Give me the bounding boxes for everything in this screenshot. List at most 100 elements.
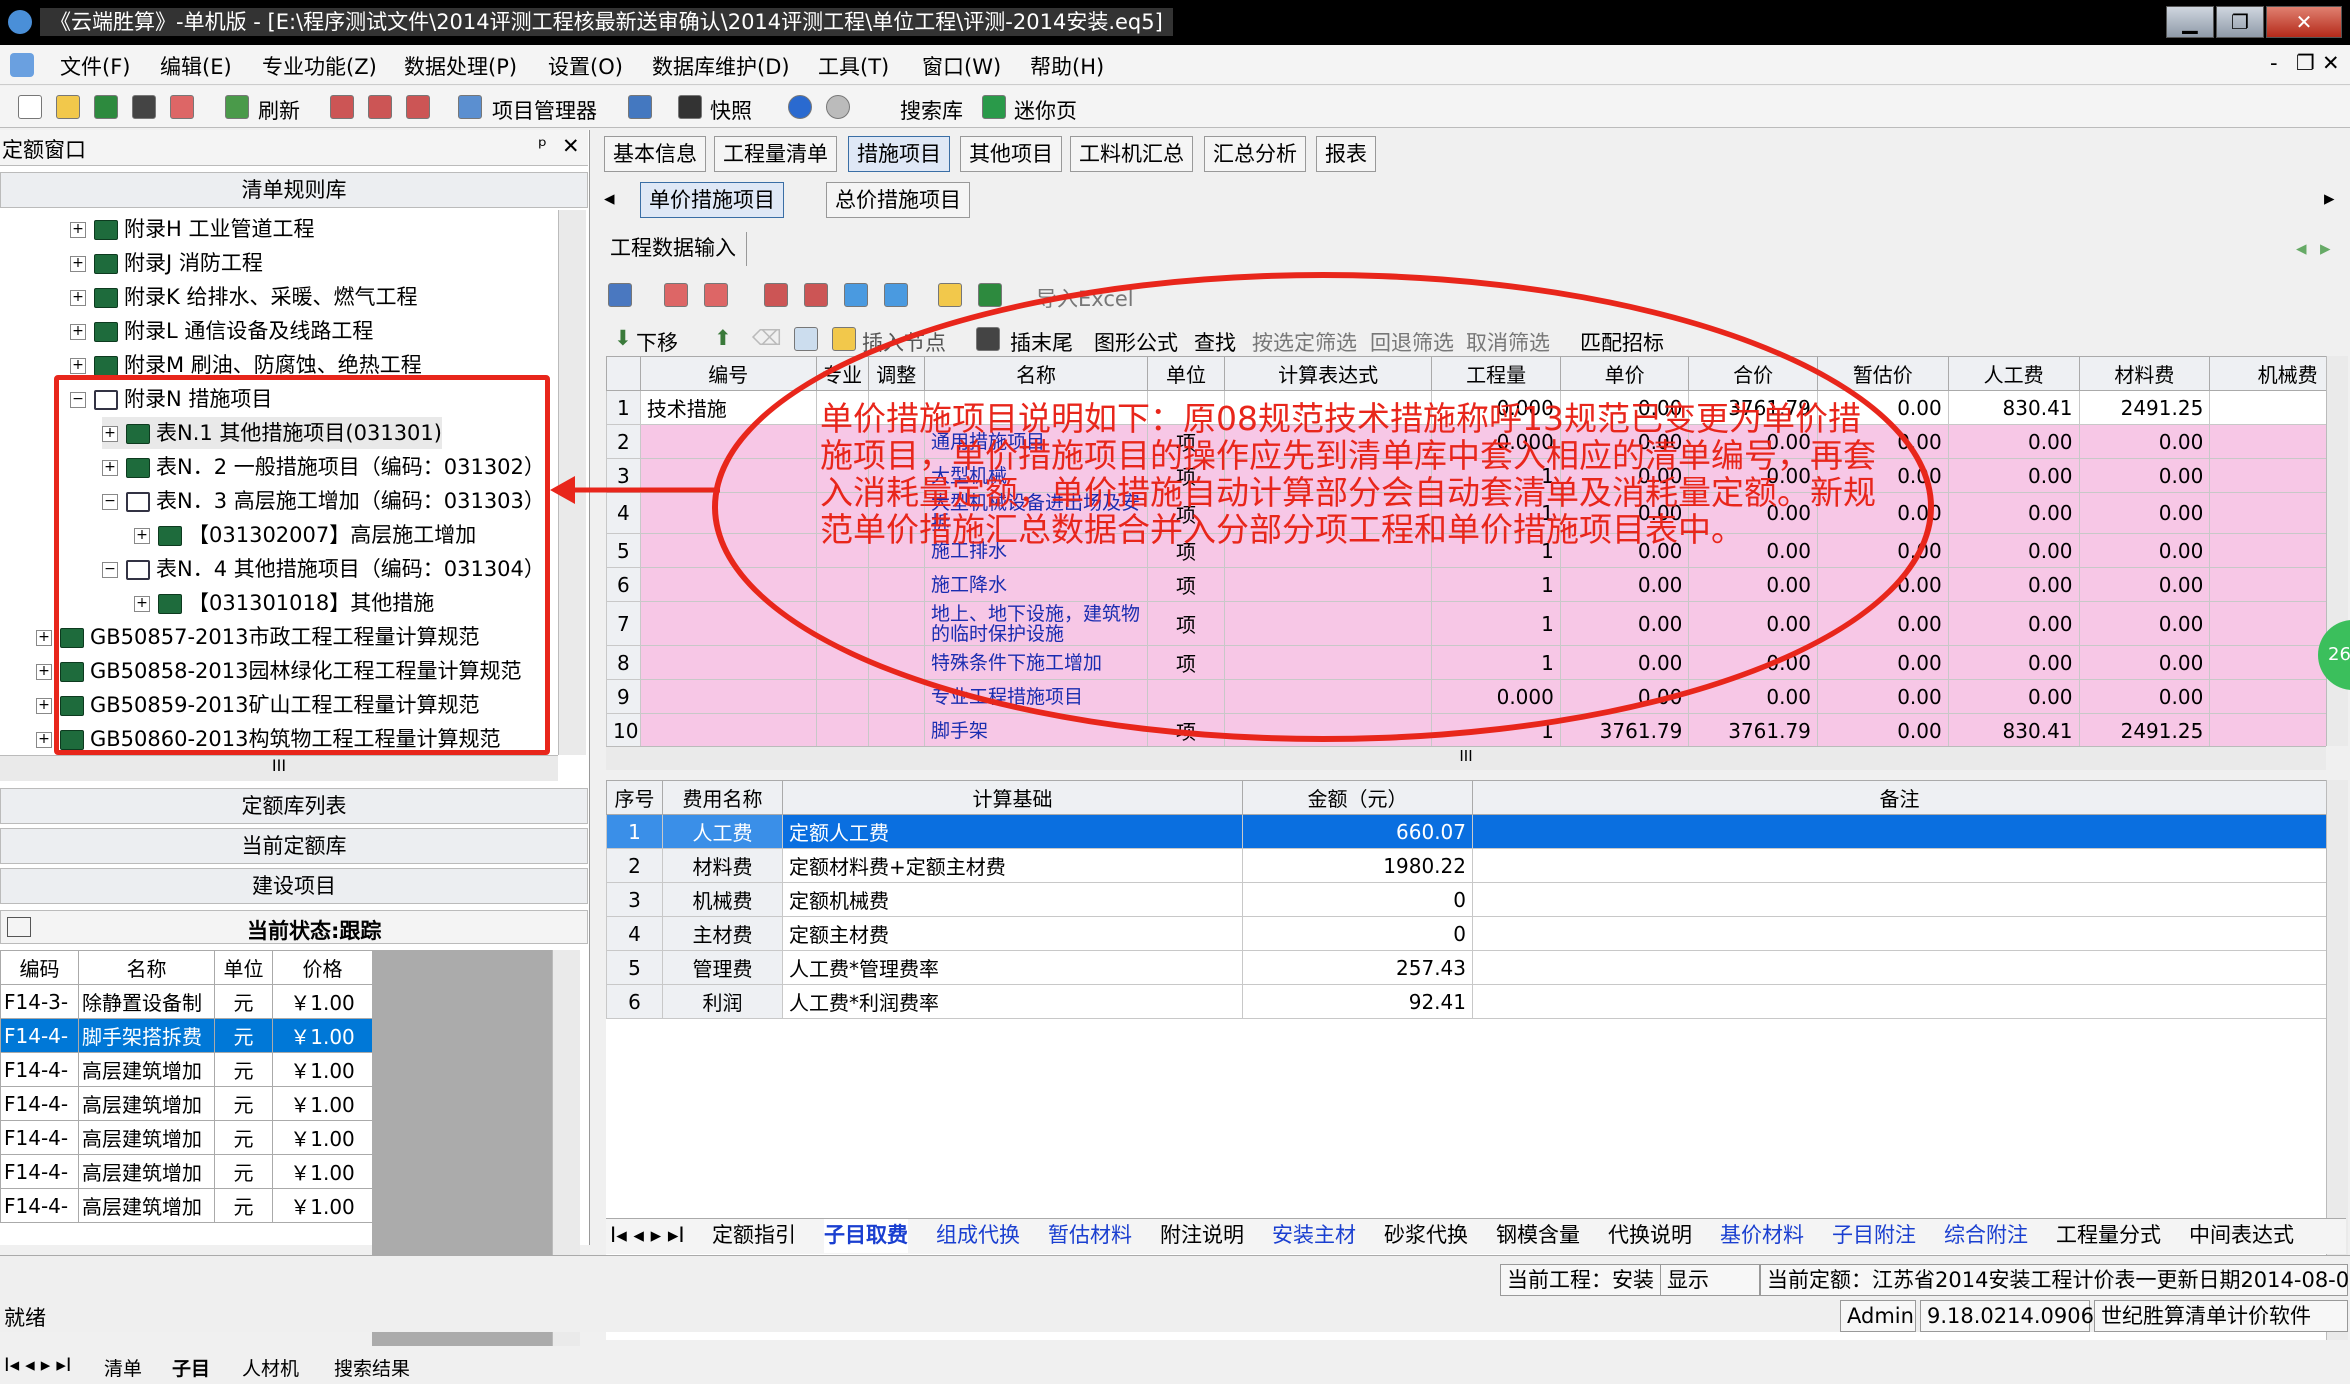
grid-cell[interactable]: 0.00 xyxy=(2078,458,2211,493)
col-price[interactable]: 价格 xyxy=(272,950,373,985)
grid-cell[interactable]: 0.00 xyxy=(1947,567,2080,602)
expand-icon[interactable]: + xyxy=(36,732,52,748)
quota-lib-list-header[interactable]: 定额库列表 xyxy=(0,788,588,824)
fee-cell[interactable]: 人工费*管理费率 xyxy=(782,950,1243,985)
save-icon[interactable] xyxy=(94,95,118,119)
maximize-button[interactable]: ❐ xyxy=(2216,6,2264,38)
grid-cell[interactable]: 2491.25 xyxy=(2078,390,2211,425)
fee-row[interactable]: 4 主材费 定额主材费 0 xyxy=(606,916,2326,951)
menu-special[interactable]: 专业功能(Z) xyxy=(262,51,377,81)
close-button[interactable]: ✕ xyxy=(2266,6,2342,38)
grid-view-icon[interactable] xyxy=(608,283,632,307)
mini-page-icon[interactable] xyxy=(982,95,1006,119)
detail-tab[interactable]: 暂估材料 xyxy=(1048,1219,1132,1253)
mdi-restore-button[interactable]: ❐ xyxy=(2296,51,2315,75)
grid-cell[interactable] xyxy=(639,645,817,680)
fee-cell[interactable]: 257.43 xyxy=(1242,950,1473,985)
grid-cell[interactable]: 0. xyxy=(2209,424,2326,459)
grid-cell[interactable]: 0.00 xyxy=(1947,424,2080,459)
menu-window[interactable]: 窗口(W) xyxy=(922,51,1001,81)
grid-cell[interactable] xyxy=(815,713,869,746)
tab-summary-analysis[interactable]: 汇总分析 xyxy=(1204,136,1306,172)
collapse-all-icon[interactable] xyxy=(884,283,908,307)
table-row[interactable]: F14-4- 高层建筑增加元 ￥1.00 xyxy=(0,1120,373,1155)
grid-cell[interactable] xyxy=(639,713,817,746)
fee-cell[interactable]: 材料费 xyxy=(662,848,783,883)
tree-item[interactable]: + 附录J 消防工程 xyxy=(70,247,263,279)
fee-cell[interactable] xyxy=(1472,950,2326,985)
grid-cell[interactable]: 830.41 xyxy=(1947,390,2080,425)
fee-cell[interactable]: 1 xyxy=(606,814,663,849)
move-down-button[interactable]: 下移 xyxy=(636,327,678,357)
detail-nav-arrows[interactable]: I◂ ◂ ▸ ▸I xyxy=(610,1219,685,1253)
menu-data-process[interactable]: 数据处理(P) xyxy=(404,51,517,81)
open-icon[interactable] xyxy=(938,283,962,307)
fee-cell[interactable]: 主材费 xyxy=(662,916,783,951)
tree-hscrollbar[interactable]: III xyxy=(0,755,558,781)
mdi-close-button[interactable]: ✕ xyxy=(2322,51,2340,75)
grid-cell[interactable]: 10 xyxy=(606,713,641,746)
calc-icon[interactable] xyxy=(330,95,354,119)
tab-bill-qty[interactable]: 工程量清单 xyxy=(714,136,837,172)
nav-arrows[interactable]: I◂ ◂ ▸ ▸I xyxy=(4,1354,71,1376)
fee-cell[interactable]: 5 xyxy=(606,950,663,985)
col-calc-base[interactable]: 计算基础 xyxy=(782,780,1243,815)
minimize-button[interactable]: ▁ xyxy=(2166,6,2214,38)
tree-item[interactable]: + 附录L 通信设备及线路工程 xyxy=(70,315,373,347)
calculator-icon[interactable] xyxy=(628,95,652,119)
camera-icon[interactable] xyxy=(678,95,702,119)
menu-help[interactable]: 帮助(H) xyxy=(1030,51,1104,81)
grid-cell[interactable] xyxy=(867,679,925,714)
grid-cell[interactable]: 0.00 xyxy=(1947,645,2080,680)
insert-icon[interactable] xyxy=(664,283,688,307)
grid-cell[interactable]: 0. xyxy=(2209,458,2326,493)
mini-page-button[interactable]: 迷你页 xyxy=(1014,95,1077,125)
grid-cell[interactable]: 0.00 xyxy=(1947,458,2080,493)
fee-row[interactable]: 5 管理费 人工费*管理费率 257.43 xyxy=(606,950,2326,985)
fee-cell[interactable]: 定额人工费 xyxy=(782,814,1243,849)
fee-cell[interactable]: 2 xyxy=(606,848,663,883)
detail-tab[interactable]: 钢模含量 xyxy=(1496,1219,1580,1253)
current-quota-lib-header[interactable]: 当前定额库 xyxy=(0,828,588,864)
tab-subitem[interactable]: 子目 xyxy=(172,1354,210,1381)
grid-cell[interactable]: 0.00 xyxy=(2078,424,2211,459)
fee-cell[interactable] xyxy=(1472,814,2326,849)
redo-icon[interactable] xyxy=(826,95,850,119)
detail-tab[interactable]: 子目取费 xyxy=(824,1219,908,1253)
expand-icon[interactable]: + xyxy=(36,630,52,646)
tree-item[interactable]: + 附录H 工业管道工程 xyxy=(70,213,314,245)
new-file-icon[interactable] xyxy=(18,95,42,119)
fee-cell[interactable]: 利润 xyxy=(662,984,783,1019)
refresh-icon[interactable] xyxy=(225,95,249,119)
detail-tab[interactable]: 综合附注 xyxy=(1944,1219,2028,1253)
bill-rule-lib-header[interactable]: 清单规则库 xyxy=(0,172,588,208)
menu-settings[interactable]: 设置(O) xyxy=(548,51,623,81)
nav-next-icon[interactable]: ▸ xyxy=(2320,236,2331,260)
detail-tab[interactable]: 基价材料 xyxy=(1720,1219,1804,1253)
open-folder-icon[interactable] xyxy=(56,95,80,119)
fee-cell[interactable]: 6 xyxy=(606,984,663,1019)
expand-icon[interactable]: + xyxy=(70,324,86,340)
add-sibling-icon[interactable] xyxy=(804,283,828,307)
calc2-icon[interactable] xyxy=(368,95,392,119)
grid-cell[interactable]: 0.00 xyxy=(1816,713,1949,746)
search-lib-button[interactable]: 搜索库 xyxy=(900,95,963,125)
table-row[interactable]: F14-4- 高层建筑增加元 ￥1.00 xyxy=(0,1154,373,1189)
grid-cell[interactable]: 0.00 xyxy=(1816,679,1949,714)
grid-cell[interactable]: 0.00 xyxy=(1816,645,1949,680)
expand-icon[interactable]: + xyxy=(70,222,86,238)
detail-tab[interactable]: 代换说明 xyxy=(1608,1219,1692,1253)
undo-icon[interactable] xyxy=(788,95,812,119)
table-row[interactable]: F14-4- 高层建筑增加元 ￥1.00 xyxy=(0,1188,373,1223)
fee-row[interactable]: 6 利润 人工费*利润费率 92.41 xyxy=(606,984,2326,1019)
grid-cell[interactable]: 3761.79 xyxy=(1688,713,1818,746)
detail-tab[interactable]: 附注说明 xyxy=(1160,1219,1244,1253)
tab-search-result[interactable]: 搜索结果 xyxy=(334,1354,410,1381)
table-row[interactable]: F14-3- 除静置设备制元 ￥1.00 xyxy=(0,984,373,1019)
col-machine[interactable]: 机械费 xyxy=(2209,356,2326,391)
subtab-unit-price-measures[interactable]: 单价措施项目 xyxy=(640,182,784,218)
table-row-selected[interactable]: F14-4- 脚手架搭拆费元 ￥1.00 xyxy=(0,1018,373,1053)
col-material[interactable]: 材料费 xyxy=(2078,356,2211,391)
grid-cell[interactable]: 0. xyxy=(2209,601,2326,646)
menu-tools[interactable]: 工具(T) xyxy=(818,51,889,81)
